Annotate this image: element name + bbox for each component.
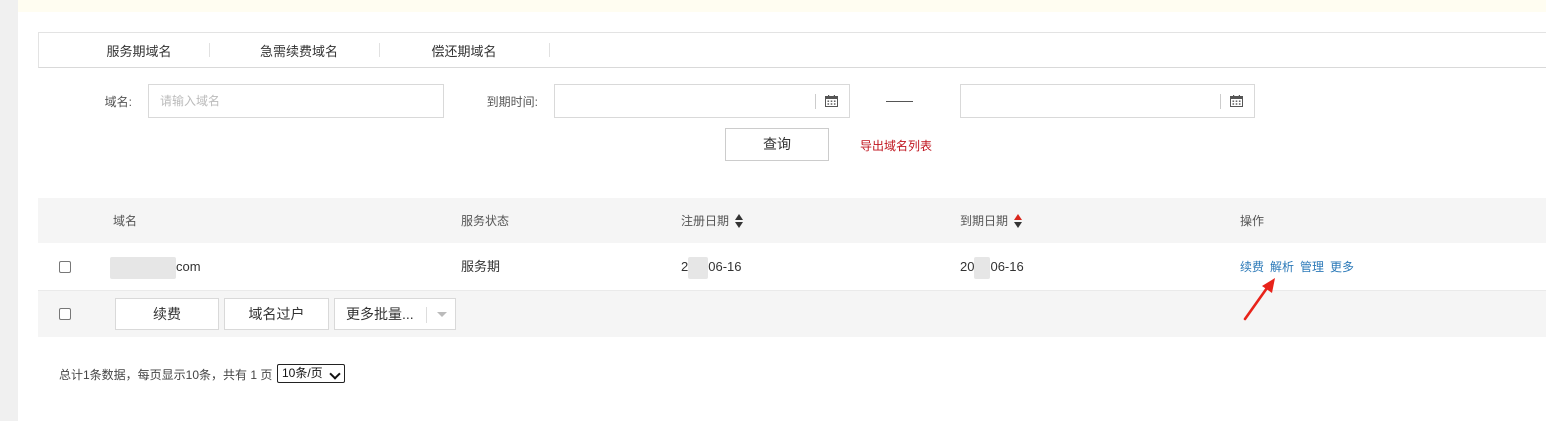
batch-action-bar: 续费 域名过户 更多批量... xyxy=(38,291,1546,337)
manage-link[interactable]: 管理 xyxy=(1300,260,1324,274)
query-button[interactable]: 查询 xyxy=(725,128,829,161)
page-size-value: 10条/页 xyxy=(282,366,323,380)
tab-service-period[interactable]: 服务期域名 xyxy=(79,33,199,67)
row-checkbox[interactable] xyxy=(59,261,71,273)
dns-resolve-link[interactable]: 解析 xyxy=(1270,260,1294,274)
redacted-domain xyxy=(110,256,176,279)
chevron-down-icon xyxy=(437,312,447,317)
export-domain-list-link[interactable]: 导出域名列表 xyxy=(860,137,932,154)
tab-divider xyxy=(379,43,380,57)
tab-divider xyxy=(209,43,210,57)
calendar-icon[interactable] xyxy=(1230,95,1243,107)
more-link[interactable]: 更多 xyxy=(1330,260,1354,274)
date-range-dash xyxy=(886,101,913,102)
expire-start-date-input[interactable] xyxy=(554,84,850,118)
header-reg-date[interactable]: 注册日期 xyxy=(681,198,744,244)
exp-date-prefix: 20 xyxy=(960,259,975,274)
table-header: 域名 服务状态 注册日期 到期日期 操作 xyxy=(38,198,1546,243)
domain-suffix: com xyxy=(176,259,201,274)
notice-band xyxy=(18,0,1546,12)
reg-date-cell: 2 06-16 xyxy=(681,243,741,291)
tab-redemption-period[interactable]: 偿还期域名 xyxy=(404,33,524,67)
left-margin-strip xyxy=(0,0,18,421)
pagination-summary: 总计1条数据，每页显示10条，共有 1 页 xyxy=(59,368,273,382)
more-batch-dropdown[interactable]: 更多批量... xyxy=(334,298,456,330)
table-row: com 服务期 2 06-16 20 06-16 续费 解析 管理 更多 xyxy=(38,243,1546,291)
header-exp-date-label: 到期日期 xyxy=(960,214,1009,228)
header-operations: 操作 xyxy=(1240,214,1265,228)
header-domain: 域名 xyxy=(113,214,138,228)
date-input-divider xyxy=(815,94,816,109)
more-batch-label: 更多批量... xyxy=(346,306,414,322)
expire-time-label: 到期时间: xyxy=(486,95,538,109)
reg-date-suffix: 06-16 xyxy=(708,259,742,274)
domain-search-input[interactable]: 请输入域名 xyxy=(148,84,444,118)
sort-active-icon[interactable] xyxy=(1014,213,1023,228)
reg-date-prefix: 2 xyxy=(681,259,689,274)
domain-tabs: 服务期域名 急需续费域名 偿还期域名 xyxy=(38,32,1546,68)
redacted-year xyxy=(688,256,709,279)
select-all-checkbox[interactable] xyxy=(59,308,71,320)
date-input-divider xyxy=(1220,94,1221,109)
sort-icon[interactable] xyxy=(735,213,744,228)
renew-link[interactable]: 续费 xyxy=(1240,260,1264,274)
exp-date-cell: 20 06-16 xyxy=(960,243,1024,291)
header-reg-date-label: 注册日期 xyxy=(681,214,730,228)
page-size-select[interactable]: 10条/页 xyxy=(277,364,345,383)
domain-filter-label: 域名: xyxy=(104,95,132,109)
status-cell: 服务期 xyxy=(461,259,501,274)
header-exp-date[interactable]: 到期日期 xyxy=(960,198,1023,244)
chevron-down-icon xyxy=(329,368,341,380)
header-status: 服务状态 xyxy=(461,214,510,228)
annotation-arrow-icon xyxy=(1243,278,1275,321)
redacted-year xyxy=(974,256,991,279)
tab-divider xyxy=(549,43,550,57)
domain-search-placeholder: 请输入域名 xyxy=(160,94,221,108)
tab-urgent-renew[interactable]: 急需续费域名 xyxy=(239,33,359,67)
batch-transfer-button[interactable]: 域名过户 xyxy=(224,298,329,330)
dropdown-divider xyxy=(426,307,427,323)
batch-renew-button[interactable]: 续费 xyxy=(115,298,219,330)
calendar-icon[interactable] xyxy=(825,95,838,107)
expire-end-date-input[interactable] xyxy=(960,84,1255,118)
domain-cell[interactable]: com xyxy=(110,243,201,291)
exp-date-suffix: 06-16 xyxy=(990,259,1024,274)
